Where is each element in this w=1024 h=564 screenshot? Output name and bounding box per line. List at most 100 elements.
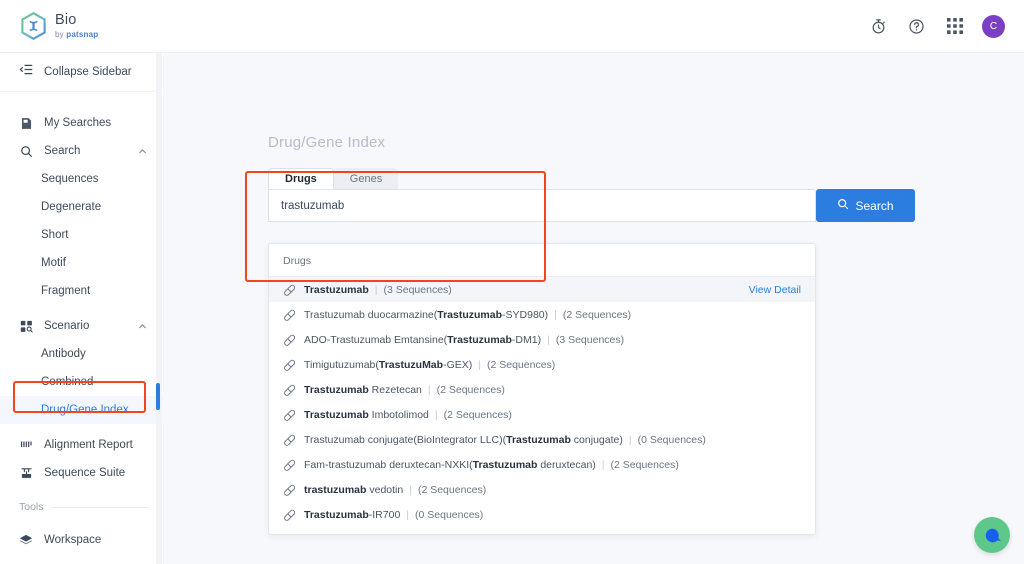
suite-icon <box>19 466 33 480</box>
collapse-sidebar-button[interactable]: Collapse Sidebar <box>0 53 163 92</box>
dropdown-list: Trastuzumab | (3 Sequences) View Detail Tras… <box>269 277 815 527</box>
sidebar-nav: My Searches Search Sequences Degenerate … <box>0 92 163 554</box>
page-title: Drug/Gene Index <box>268 134 386 151</box>
pill-capsule-icon <box>283 459 295 471</box>
main-content: Drug/Gene Index Drugs Genes trastuzumab <box>163 53 1024 564</box>
tab-label: Drugs <box>285 173 317 185</box>
sidebar-item-sequences[interactable]: Sequences <box>0 165 163 193</box>
sidebar-item-motif[interactable]: Motif <box>0 249 163 277</box>
tools-section-label: Tools <box>19 501 44 513</box>
sidebar-item-short[interactable]: Short <box>0 221 163 249</box>
dropdown-item[interactable]: Timigutuzumab(TrastuzuMab-GEX) | (2 Sequen… <box>269 352 815 377</box>
pill-capsule-icon <box>283 409 295 421</box>
dropdown-item-label: Trastuzumab Rezetecan | (2 Sequences) <box>304 383 505 396</box>
chat-assistant-button[interactable] <box>974 517 1010 553</box>
sidebar-item-label: Combined <box>41 376 94 388</box>
sidebar-item-sequence-suite[interactable]: Sequence Suite <box>0 459 163 487</box>
search-button[interactable]: Search <box>816 189 915 222</box>
drug-search-card: Drugs Genes trastuzumab Search Drugs Tra… <box>268 168 923 535</box>
dropdown-item[interactable]: Trastuzumab Rezetecan | (2 Sequences) <box>269 377 815 402</box>
collapse-sidebar-label: Collapse Sidebar <box>44 66 132 78</box>
dropdown-item-label: ADO-Trastuzumab Emtansine(Trastuzumab-DM… <box>304 333 625 346</box>
bio-hexagon-logo-icon <box>20 11 47 41</box>
sidebar-group-scenario[interactable]: Scenario <box>0 312 163 340</box>
search-tabs: Drugs Genes <box>268 168 923 189</box>
logo-title: Bio <box>55 12 77 29</box>
sidebar-item-alignment-report[interactable]: Alignment Report <box>0 431 163 459</box>
dropdown-item-label: Trastuzumab | (3 Sequences) <box>304 283 452 296</box>
search-row: trastuzumab Search Drugs Trastuzumab | (3 … <box>268 189 1018 535</box>
sidebar-item-drug-gene-index[interactable]: Drug/Gene Index <box>0 396 163 424</box>
apps-grid-icon[interactable] <box>944 16 965 37</box>
sidebar-item-label: Sequences <box>41 173 99 185</box>
dropdown-item-label: trastuzumab vedotin | (2 Sequences) <box>304 483 487 496</box>
sidebar-item-my-searches[interactable]: My Searches <box>0 109 163 137</box>
pill-capsule-icon <box>283 434 295 446</box>
dropdown-item-label: Trastuzumab-IR700 | (0 Sequences) <box>304 508 484 521</box>
dropdown-item[interactable]: Fam-trastuzumab deruxtecan-NXKI(Trastuzu… <box>269 452 815 477</box>
chevron-up-icon <box>138 322 147 331</box>
user-avatar[interactable]: C <box>982 14 1005 38</box>
sidebar-item-label: Workspace <box>44 534 102 546</box>
search-icon <box>19 144 33 158</box>
dropdown-item-label: Trastuzumab conjugate(BioIntegrator LLC)… <box>304 433 706 446</box>
sidebar-item-label: Short <box>41 229 69 241</box>
dropdown-item-label: Fam-trastuzumab deruxtecan-NXKI(Trastuzu… <box>304 458 679 471</box>
pill-capsule-icon <box>283 384 295 396</box>
tab-drugs[interactable]: Drugs <box>268 168 334 189</box>
sidebar-item-label: Degenerate <box>41 201 102 213</box>
dropdown-item[interactable]: Trastuzumab Imbotolimod | (2 Sequences) <box>269 402 815 427</box>
sidebar-item-label: Antibody <box>41 348 86 360</box>
dropdown-item-label: Trastuzumab Imbotolimod | (2 Sequences) <box>304 408 512 421</box>
sidebar-item-antibody[interactable]: Antibody <box>0 340 163 368</box>
sidebar-active-indicator <box>156 383 160 410</box>
autocomplete-dropdown: Drugs Trastuzumab | (3 Sequences) View Deta… <box>268 243 816 535</box>
sidebar-item-label: My Searches <box>44 117 112 129</box>
workspace-icon <box>19 533 33 547</box>
logo-text: Bio by patsnap <box>55 13 98 39</box>
dropdown-item[interactable]: Trastuzumab conjugate(BioIntegrator LLC)… <box>269 427 815 452</box>
collapse-sidebar-icon <box>19 62 34 82</box>
alignment-icon <box>19 438 33 452</box>
sidebar-item-label: Alignment Report <box>44 439 133 451</box>
sidebar-group-search[interactable]: Search <box>0 137 163 165</box>
pill-capsule-icon <box>283 359 295 371</box>
pill-capsule-icon <box>283 284 295 296</box>
top-bar: Bio by patsnap C <box>0 0 1024 53</box>
stopwatch-icon[interactable] <box>868 16 889 37</box>
sidebar-item-label: Sequence Suite <box>44 467 126 479</box>
sidebar-item-degenerate[interactable]: Degenerate <box>0 193 163 221</box>
search-input[interactable]: trastuzumab <box>268 189 816 222</box>
scenario-icon <box>19 319 33 333</box>
dropdown-item-label: Timigutuzumab(TrastuzuMab-GEX) | (2 Sequen… <box>304 358 556 371</box>
sidebar-item-label: Scenario <box>44 320 90 332</box>
sidebar-item-label: Fragment <box>41 285 91 297</box>
dropdown-item[interactable]: Trastuzumab | (3 Sequences) View Detail <box>269 277 815 302</box>
dropdown-item[interactable]: Trastuzumab-IR700 | (0 Sequences) <box>269 502 815 527</box>
chat-bubble-icon <box>985 528 1001 542</box>
dropdown-item[interactable]: trastuzumab vedotin | (2 Sequences) <box>269 477 815 502</box>
pill-capsule-icon <box>283 484 295 496</box>
sidebar-item-fragment[interactable]: Fragment <box>0 277 163 305</box>
help-circle-icon[interactable] <box>906 16 927 37</box>
search-icon <box>837 198 849 213</box>
pill-capsule-icon <box>283 309 295 321</box>
dropdown-item[interactable]: ADO-Trastuzumab Emtansine(Trastuzumab-DM… <box>269 327 815 352</box>
dropdown-item[interactable]: Trastuzumab duocarmazine(Trastuzumab-SYD… <box>269 302 815 327</box>
sidebar-item-label: Motif <box>41 257 66 269</box>
tab-genes[interactable]: Genes <box>333 168 399 189</box>
chevron-up-icon <box>138 147 147 156</box>
sidebar-section-tools: Tools <box>0 494 163 520</box>
app-logo[interactable]: Bio by patsnap <box>20 11 98 41</box>
sidebar-scrollbar[interactable] <box>156 53 162 564</box>
tab-label: Genes <box>349 172 383 185</box>
app-root: Bio by patsnap C Collapse Sidebar My Sea… <box>0 0 1024 564</box>
logo-byline: by patsnap <box>55 29 99 39</box>
view-detail-link[interactable]: View Detail <box>749 284 801 296</box>
search-button-label: Search <box>855 198 894 213</box>
sidebar-item-label: Drug/Gene Index <box>41 404 129 416</box>
sidebar-item-label: Search <box>44 145 81 157</box>
sidebar-item-workspace[interactable]: Workspace <box>0 526 163 554</box>
sidebar-item-combined[interactable]: Combined <box>0 368 163 396</box>
dropdown-item-label: Trastuzumab duocarmazine(Trastuzumab-SYD… <box>304 308 632 321</box>
